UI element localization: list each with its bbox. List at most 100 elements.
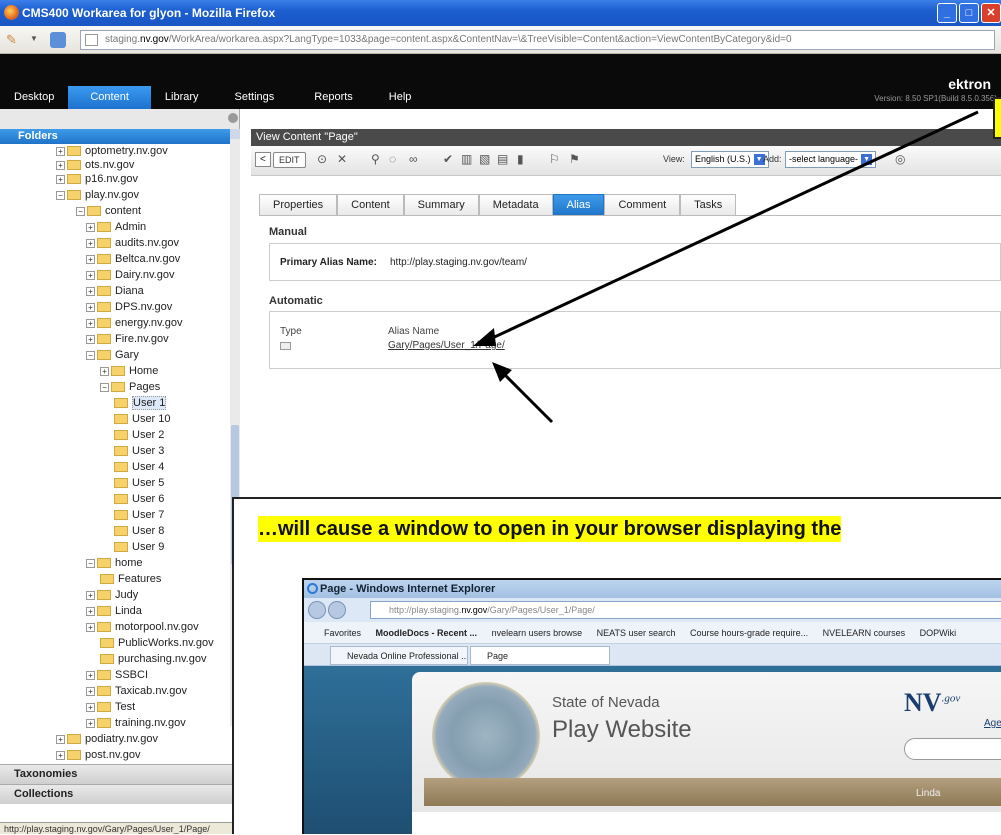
tree-node[interactable]: Features	[100, 572, 161, 587]
home-icon[interactable]	[50, 32, 66, 48]
tab-properties[interactable]: Properties	[259, 194, 338, 216]
close-button[interactable]: ✕	[981, 3, 1001, 23]
tree-node[interactable]: + Linda	[86, 604, 142, 619]
report-icon[interactable]: ▥	[461, 152, 472, 166]
tree-node[interactable]: + Judy	[86, 588, 138, 603]
menu-library[interactable]: Library	[151, 86, 213, 109]
fav-course-hours[interactable]: Course hours-grade require...	[690, 628, 808, 638]
tree-node[interactable]: + Fire.nv.gov	[86, 332, 169, 347]
expand-icon[interactable]: +	[86, 670, 95, 680]
dropdown-arrow-icon[interactable]: ▼	[30, 34, 38, 43]
tree-node[interactable]: + training.nv.gov	[86, 716, 186, 731]
expand-icon[interactable]: +	[86, 318, 95, 328]
agency-link[interactable]: Agenc	[984, 718, 1001, 729]
preview-icon[interactable]: ▤	[497, 152, 508, 166]
ie-tab-page[interactable]: Page	[470, 646, 610, 665]
tree-node[interactable]: User 9	[114, 540, 164, 555]
collapse-icon[interactable]: −	[86, 350, 95, 360]
pin-icon[interactable]	[228, 113, 238, 123]
menu-reports[interactable]: Reports	[288, 86, 367, 109]
tree-node[interactable]: User 3	[114, 444, 164, 459]
minimize-button[interactable]: _	[937, 3, 957, 23]
nav-item-linda[interactable]: Linda	[916, 788, 940, 799]
tree-node[interactable]: − play.nv.gov	[56, 188, 139, 203]
tree-node[interactable]: purchasing.nv.gov	[100, 652, 206, 667]
ie-address-bar[interactable]: http://play.staging.nv.gov/Gary/Pages/Us…	[370, 601, 1001, 619]
expand-icon[interactable]: +	[86, 686, 95, 696]
expand-icon[interactable]: +	[86, 302, 95, 312]
tree-node[interactable]: − Gary	[86, 348, 139, 363]
tree-node[interactable]: + Test	[86, 700, 135, 715]
tree-node[interactable]: − content	[76, 204, 141, 219]
collapse-icon[interactable]: −	[86, 558, 95, 568]
tree-node[interactable]: + Diana	[86, 284, 144, 299]
tree-node[interactable]: + audits.nv.gov	[86, 236, 179, 251]
expand-icon[interactable]: +	[86, 270, 95, 280]
help-icon[interactable]: ◎	[895, 152, 905, 166]
tree-node[interactable]: − home	[86, 556, 143, 571]
edit-button[interactable]: EDIT	[273, 152, 306, 168]
ie-tab-nevada[interactable]: Nevada Online Professional ...	[330, 646, 468, 665]
maximize-button[interactable]: □	[959, 3, 979, 23]
tab-content[interactable]: Content	[337, 194, 404, 216]
tree-node[interactable]: + Dairy.nv.gov	[86, 268, 175, 283]
tree-node[interactable]: − Pages	[100, 380, 160, 395]
bookmark-pen-icon[interactable]: ✎	[6, 32, 17, 48]
tree-node[interactable]: + Taxicab.nv.gov	[86, 684, 187, 699]
delete-icon[interactable]: ✕	[337, 152, 347, 166]
expand-icon[interactable]: +	[86, 622, 95, 632]
translate2-icon[interactable]: ⚑	[569, 152, 580, 166]
tab-metadata[interactable]: Metadata	[478, 194, 553, 216]
fav-neats[interactable]: NEATS user search	[597, 628, 676, 638]
tree-node[interactable]: User 6	[114, 492, 164, 507]
menu-settings[interactable]: Settings	[213, 86, 289, 109]
history-icon[interactable]: ⊙	[317, 152, 327, 166]
tree-node[interactable]: + podiatry.nv.gov	[56, 732, 158, 747]
fav-nvelearn-courses[interactable]: NVELEARN courses	[823, 628, 906, 638]
checkin-icon[interactable]: ✔	[443, 152, 453, 166]
taxonomies-bar[interactable]: Taxonomies	[0, 764, 239, 784]
tree-node[interactable]: User 7	[114, 508, 164, 523]
view-language-select[interactable]: English (U.S.) ▼	[691, 151, 769, 168]
menu-help[interactable]: Help	[367, 86, 426, 109]
image-icon[interactable]: ▧	[479, 152, 490, 166]
tree-node[interactable]: User 2	[114, 428, 164, 443]
link-icon[interactable]: ∞	[409, 152, 418, 166]
fav-moodledocs[interactable]: MoodleDocs - Recent ...	[376, 628, 478, 638]
tree-node[interactable]: + optometry.nv.gov	[56, 144, 168, 159]
scroll-up-icon[interactable]	[230, 129, 240, 139]
tree-node[interactable]: User 4	[114, 460, 164, 475]
tab-tasks[interactable]: Tasks	[680, 194, 737, 216]
alias-link[interactable]: Gary/Pages/User_1/Page/	[388, 340, 505, 351]
tree-node[interactable]: + SSBCI	[86, 668, 148, 683]
nv-gov-logo[interactable]: NV.gov	[904, 688, 960, 718]
translate-icon[interactable]: ⚐	[549, 152, 560, 166]
tree-node[interactable]: User 5	[114, 476, 164, 491]
add-language-select[interactable]: -select language- ▼	[785, 151, 877, 168]
expand-icon[interactable]: +	[86, 254, 95, 264]
tree-node[interactable]: User 1	[114, 396, 167, 411]
expand-icon[interactable]: +	[56, 750, 65, 760]
expand-icon[interactable]: +	[86, 590, 95, 600]
back-icon[interactable]: <	[255, 152, 271, 167]
expand-icon[interactable]: +	[86, 718, 95, 728]
tree-node[interactable]: User 10	[114, 412, 171, 427]
folders-header[interactable]: Folders	[0, 129, 239, 144]
fav-nvelearn-users[interactable]: nvelearn users browse	[492, 628, 583, 638]
tree-node[interactable]: + ots.nv.gov	[56, 158, 134, 173]
tree-node[interactable]: + Home	[100, 364, 158, 379]
expand-icon[interactable]: +	[56, 160, 65, 170]
ie-back-icon[interactable]	[308, 601, 326, 619]
tree-node[interactable]: User 8	[114, 524, 164, 539]
collections-bar[interactable]: Collections	[0, 784, 239, 804]
expand-icon[interactable]: +	[56, 146, 65, 156]
expand-icon[interactable]: +	[86, 606, 95, 616]
tree-node[interactable]: + post.nv.gov	[56, 748, 140, 763]
collapse-icon[interactable]: −	[100, 382, 109, 392]
expand-icon[interactable]: +	[100, 366, 109, 376]
archive-icon[interactable]: ▮	[517, 152, 524, 166]
tree-node[interactable]: + motorpool.nv.gov	[86, 620, 199, 635]
tree-node[interactable]: + Admin	[86, 220, 146, 235]
tree-node[interactable]: PublicWorks.nv.gov	[100, 636, 214, 651]
expand-icon[interactable]: +	[86, 286, 95, 296]
